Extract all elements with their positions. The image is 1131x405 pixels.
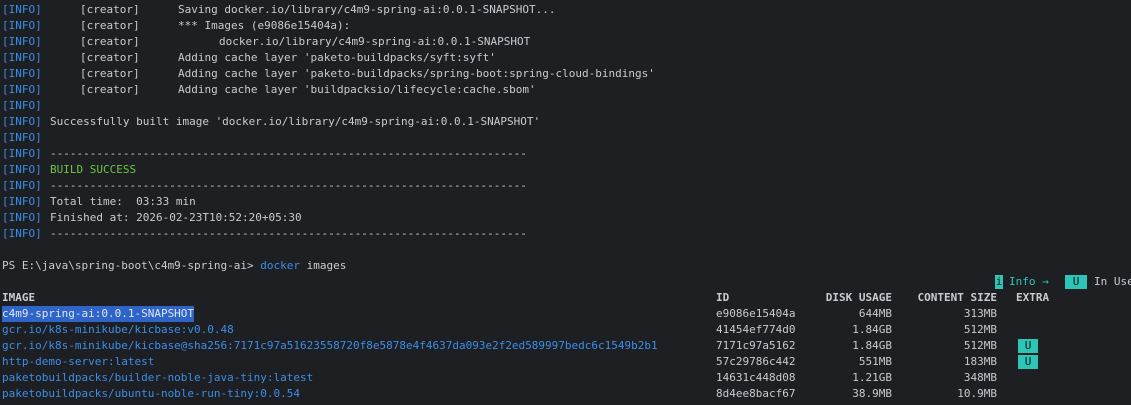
info-hint-label: Info → xyxy=(1009,275,1049,288)
info-tag: [INFO] xyxy=(2,115,42,128)
table-row[interactable]: c4m9-spring-ai:0.0.1-SNAPSHOT e9086e15404… xyxy=(2,306,1131,322)
content-size: 512MB xyxy=(963,323,997,336)
creator-label: [creator] xyxy=(80,35,140,48)
table-header: IMAGE ID DISK USAGE CONTENT SIZE EXTRA xyxy=(2,290,1131,306)
info-tag: [INFO] xyxy=(2,83,42,96)
info-tag: [INFO] xyxy=(2,3,42,16)
header-id: ID xyxy=(716,291,730,304)
in-use-badge: U xyxy=(1018,339,1038,353)
prompt-line: PS E:\java\spring-boot\c4m9-spring-ai> d… xyxy=(2,258,1131,274)
inuse-hint-label: In Use xyxy=(1094,275,1131,288)
separator: ----------------------------------------… xyxy=(50,227,527,240)
disk-usage: 644MB xyxy=(858,307,892,320)
table-row[interactable]: paketobuildpacks/builder-noble-java-tiny… xyxy=(2,370,1131,386)
log-line: [INFO] ----------------------------------… xyxy=(2,146,1131,162)
log-line: [INFO] ----------------------------------… xyxy=(2,178,1131,194)
finished-at: Finished at: 2026-02-23T10:52:20+05:30 xyxy=(50,211,302,224)
command-args: images xyxy=(306,259,347,272)
disk-usage: 1.84GB xyxy=(852,339,892,352)
image-name[interactable]: paketobuildpacks/ubuntu-noble-run-tiny:0… xyxy=(2,386,300,402)
hint-bar: i Info → U In Use xyxy=(2,274,1131,290)
log-line: [INFO] xyxy=(2,130,1131,146)
log-line: [INFO] [creator] docker.io/library/c4m9-sp… xyxy=(2,34,1131,50)
log-detail: Saving docker.io/library/c4m9-spring-ai:… xyxy=(178,3,556,16)
info-tag: [INFO] xyxy=(2,67,42,80)
log-line: [INFO] [creator] Adding cache layer 'paket… xyxy=(2,50,1131,66)
info-tag: [INFO] xyxy=(2,147,42,160)
header-image: IMAGE xyxy=(2,291,36,304)
image-id: 8d4ee8bacf67 xyxy=(716,387,796,400)
image-id: e9086e15404a xyxy=(716,307,796,320)
info-tag: [INFO] xyxy=(2,211,42,224)
log-line: [INFO] [creator] *** Images (e9086e15404a)… xyxy=(2,18,1131,34)
creator-label: [creator] xyxy=(80,19,140,32)
image-name[interactable]: gcr.io/k8s-minikube/kicbase:v0.0.48 xyxy=(2,322,234,338)
image-id: 7171c97a5162 xyxy=(716,339,796,352)
info-tag: [INFO] xyxy=(2,163,42,176)
built-message: Successfully built image 'docker.io/libr… xyxy=(50,115,541,128)
build-success: BUILD SUCCESS xyxy=(50,163,137,176)
info-tag: [INFO] xyxy=(2,35,42,48)
disk-usage: 1.21GB xyxy=(852,371,892,384)
header-extra: EXTRA xyxy=(1016,291,1050,304)
prompt: PS E:\java\spring-boot\c4m9-spring-ai> xyxy=(2,259,254,272)
image-name[interactable]: gcr.io/k8s-minikube/kicbase@sha256:7171c… xyxy=(2,338,658,354)
log-detail: Adding cache layer 'buildpacksio/lifecyc… xyxy=(178,83,536,96)
image-name[interactable]: c4m9-spring-ai:0.0.1-SNAPSHOT xyxy=(2,306,195,322)
content-size: 348MB xyxy=(963,371,997,384)
in-use-badge: U xyxy=(1018,355,1038,369)
image-id: 41454ef774d0 xyxy=(716,323,796,336)
terminal-window[interactable]: [INFO] [creator] Saving docker.io/library/… xyxy=(0,0,1131,405)
table-row[interactable]: gcr.io/k8s-minikube/kicbase:v0.0.48 41454… xyxy=(2,322,1131,338)
total-time: Total time: 03:33 min xyxy=(50,195,196,208)
creator-label: [creator] xyxy=(80,83,140,96)
header-disk-usage: DISK USAGE xyxy=(825,291,892,304)
disk-usage: 1.84GB xyxy=(852,323,892,336)
log-line: [INFO] [creator] Saving docker.io/library/… xyxy=(2,2,1131,18)
table-row[interactable]: http-demo-server:latest 57c29786c442 551MB… xyxy=(2,354,1131,370)
image-id: 14631c448d08 xyxy=(716,371,796,384)
image-name[interactable]: http-demo-server:latest xyxy=(2,354,154,370)
log-line: [INFO] [creator] Adding cache layer 'paket… xyxy=(2,66,1131,82)
command: docker xyxy=(260,259,301,272)
log-line: [INFO] [creator] Adding cache layer 'build… xyxy=(2,82,1131,98)
image-id: 57c29786c442 xyxy=(716,355,796,368)
log-line: [INFO] Successfully built image 'docker.i… xyxy=(2,114,1131,130)
log-detail: Adding cache layer 'paketo-buildpacks/sp… xyxy=(178,67,655,80)
content-size: 10.9MB xyxy=(957,387,997,400)
separator: ----------------------------------------… xyxy=(50,179,527,192)
disk-usage: 38.9MB xyxy=(852,387,892,400)
table-row[interactable]: paketobuildpacks/ubuntu-noble-run-tiny:0… xyxy=(2,386,1131,402)
creator-label: [creator] xyxy=(80,51,140,64)
creator-label: [creator] xyxy=(80,67,140,80)
log-detail: docker.io/library/c4m9-spring-ai:0.0.1-S… xyxy=(219,35,531,48)
log-line: [INFO] Finished at: 2026-02-23T10:52:20+0… xyxy=(2,210,1131,226)
log-line: [INFO] Total time: 03:33 min xyxy=(2,194,1131,210)
log-line: [INFO] BUILD SUCCESS xyxy=(2,162,1131,178)
info-tag: [INFO] xyxy=(2,19,42,32)
separator: ----------------------------------------… xyxy=(50,147,527,160)
log-line: [INFO] xyxy=(2,98,1131,114)
info-tag: [INFO] xyxy=(2,51,42,64)
content-size: 313MB xyxy=(963,307,997,320)
content-size: 512MB xyxy=(963,339,997,352)
info-tag: [INFO] xyxy=(2,195,42,208)
info-tag: [INFO] xyxy=(2,227,42,240)
creator-label: [creator] xyxy=(80,3,140,16)
header-content-size: CONTENT SIZE xyxy=(917,291,997,304)
info-tag: [INFO] xyxy=(2,99,42,112)
inuse-key-badge[interactable]: U xyxy=(1065,275,1087,289)
log-detail: Adding cache layer 'paketo-buildpacks/sy… xyxy=(178,51,496,64)
disk-usage: 551MB xyxy=(858,355,892,368)
log-line: [INFO] ----------------------------------… xyxy=(2,226,1131,242)
content-size: 183MB xyxy=(963,355,997,368)
info-key-badge[interactable]: i xyxy=(995,275,1003,289)
info-tag: [INFO] xyxy=(2,131,42,144)
info-tag: [INFO] xyxy=(2,179,42,192)
image-name[interactable]: paketobuildpacks/builder-noble-java-tiny… xyxy=(2,370,313,386)
log-detail: *** Images (e9086e15404a): xyxy=(178,19,351,32)
table-row[interactable]: gcr.io/k8s-minikube/kicbase@sha256:7171c… xyxy=(2,338,1131,354)
